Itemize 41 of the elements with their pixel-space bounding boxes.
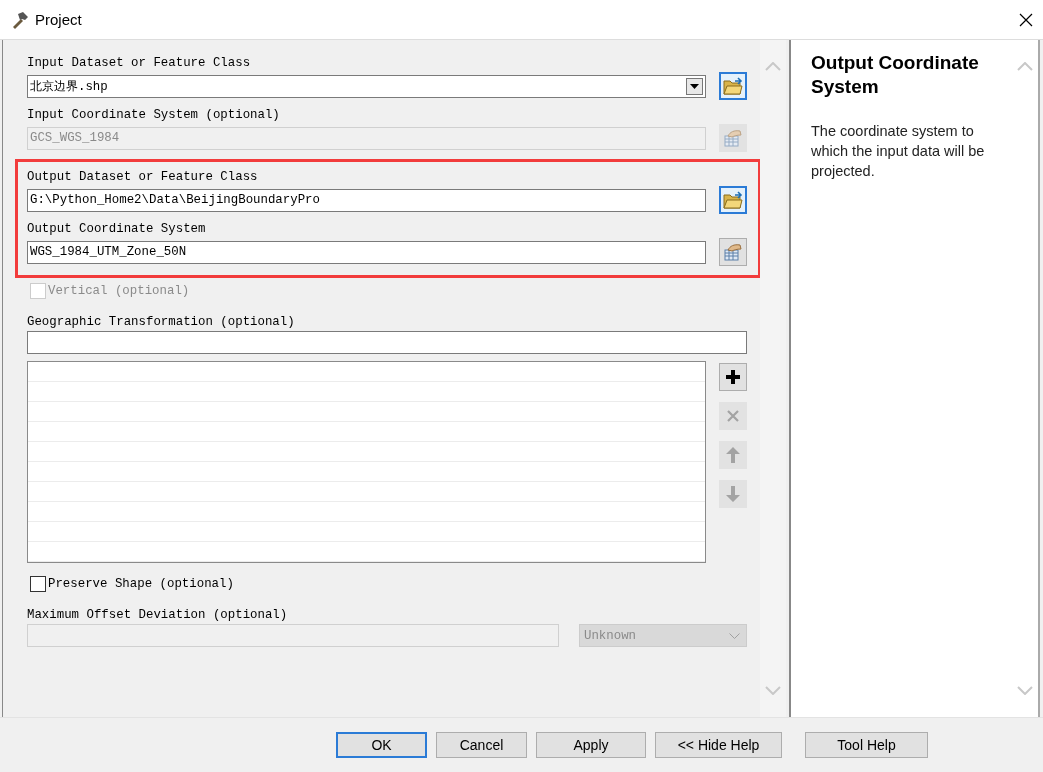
dialog-button[interactable]: OK xyxy=(336,732,427,758)
coordinate-system-button[interactable] xyxy=(719,238,747,266)
scroll-up-icon[interactable] xyxy=(1017,62,1033,71)
browse-button[interactable] xyxy=(719,186,747,214)
input-field[interactable] xyxy=(27,331,747,354)
field-label: Maximum Offset Deviation (optional) xyxy=(27,607,289,623)
add-button[interactable] xyxy=(719,363,747,391)
dialog-button[interactable]: Apply xyxy=(536,732,646,758)
dialog-button[interactable]: Cancel xyxy=(436,732,527,758)
combo-box[interactable]: 北京边界.shp xyxy=(27,74,706,98)
caret-icon xyxy=(690,83,699,89)
chevron-down-icon xyxy=(729,632,740,639)
input-field[interactable]: G:\Python_Home2\Data\BeijingBoundaryPro xyxy=(27,188,706,212)
field-label: Input Dataset or Feature Class xyxy=(27,55,252,71)
table-hand-icon xyxy=(723,243,743,261)
browse-button[interactable] xyxy=(719,72,747,100)
arrow-up-icon xyxy=(726,447,740,463)
close-icon[interactable] xyxy=(1019,12,1033,27)
checkbox[interactable] xyxy=(30,576,46,592)
arrow-down-icon xyxy=(726,486,740,502)
help-title: Output Coordinate System xyxy=(811,51,980,99)
plus-icon xyxy=(725,369,741,385)
field-label: Vertical (optional) xyxy=(48,284,190,298)
dialog-button[interactable]: Tool Help xyxy=(805,732,928,758)
window-title: Project xyxy=(35,11,83,28)
help-text: The coordinate system to which the input data will be projected. xyxy=(811,122,986,181)
input-field[interactable]: WGS_1984_UTM_Zone_50N xyxy=(27,240,706,264)
field-label: Input Coordinate System (optional) xyxy=(27,107,281,123)
table-hand-icon xyxy=(723,129,743,147)
field-label: Output Dataset or Feature Class xyxy=(27,169,259,185)
close-icon xyxy=(726,409,740,423)
scroll-down-icon[interactable] xyxy=(765,686,781,695)
scroll-up-icon[interactable] xyxy=(765,62,781,71)
folder-icon xyxy=(723,191,743,209)
scroll-down-icon[interactable] xyxy=(1017,686,1033,695)
field-label: Preserve Shape (optional) xyxy=(48,577,234,591)
field-label: Geographic Transformation (optional) xyxy=(27,314,296,330)
list-box[interactable] xyxy=(27,361,706,563)
dialog-button[interactable]: << Hide Help xyxy=(655,732,782,758)
field-label: Output Coordinate System xyxy=(27,221,207,237)
folder-icon xyxy=(723,77,743,95)
